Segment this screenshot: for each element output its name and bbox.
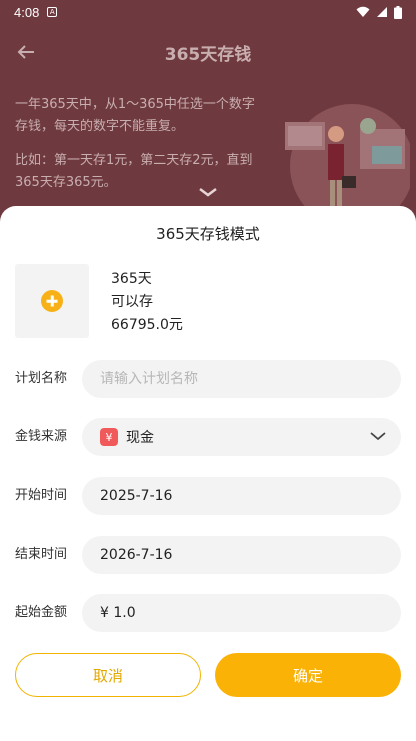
status-bar: 4:08 A xyxy=(0,0,416,24)
end-time-value: 2026-7-16 xyxy=(100,547,173,563)
start-amount-row: 起始金额 ¥ 1.0 xyxy=(0,594,416,632)
page-title: 365天存钱 xyxy=(164,44,252,65)
start-time-label: 开始时间 xyxy=(15,488,68,503)
end-time-label: 结束时间 xyxy=(15,547,68,562)
start-amount-value: ¥ 1.0 xyxy=(100,605,136,621)
start-time-field[interactable]: 2025-7-16 xyxy=(82,477,401,515)
chevron-down-icon xyxy=(199,188,217,197)
signal-icon xyxy=(377,7,387,17)
start-time-row: 开始时间 2025-7-16 xyxy=(0,477,416,515)
plan-can-save-label: 可以存 xyxy=(111,294,153,310)
plan-amount: 66795.0元 xyxy=(111,317,183,333)
back-arrow-icon[interactable] xyxy=(14,40,38,64)
page-description: 一年365天中，从1～365中任选一个数字存钱，每天的数字不能重复。 比如：第一… xyxy=(15,94,265,206)
plus-icon xyxy=(41,290,63,312)
plan-name-field xyxy=(82,360,401,398)
money-source-row: 金钱来源 ¥ 现金 xyxy=(0,418,416,456)
page-header: 365天存钱 xyxy=(0,24,416,80)
confirm-button[interactable]: 确定 xyxy=(215,653,401,697)
money-source-label: 金钱来源 xyxy=(15,429,68,444)
chevron-down-icon xyxy=(370,432,386,441)
start-amount-field[interactable]: ¥ 1.0 xyxy=(82,594,401,632)
background-page: 365天存钱 一年365天中，从1～365中任选一个数字存钱，每天的数字不能重复… xyxy=(0,24,416,224)
plan-days: 365天 xyxy=(111,271,152,287)
description-text-2: 比如：第一天存1元，第二天存2元，直到365天存365元。 xyxy=(15,153,253,190)
plan-name-input[interactable] xyxy=(100,371,401,387)
cancel-button[interactable]: 取消 xyxy=(15,653,201,697)
plan-summary: 365天 可以存 66795.0元 xyxy=(111,268,183,337)
battery-icon xyxy=(394,5,402,19)
description-text-1: 一年365天中，从1～365中任选一个数字存钱，每天的数字不能重复。 xyxy=(15,97,255,134)
plan-name-row: 计划名称 xyxy=(0,360,416,398)
wifi-icon xyxy=(356,6,370,17)
cash-icon: ¥ xyxy=(100,428,118,446)
sheet-title: 365天存钱模式 xyxy=(156,225,260,243)
money-source-select[interactable]: ¥ 现金 xyxy=(82,418,401,456)
start-time-value: 2025-7-16 xyxy=(100,488,173,504)
add-image-button[interactable] xyxy=(15,264,89,338)
money-source-value: 现金 xyxy=(126,430,154,446)
status-icons xyxy=(356,5,402,19)
end-time-field[interactable]: 2026-7-16 xyxy=(82,536,401,574)
end-time-row: 结束时间 2026-7-16 xyxy=(0,536,416,574)
bottom-sheet: 365天存钱模式 365天 可以存 66795.0元 计划名称 金钱来源 ¥ 现… xyxy=(0,206,416,741)
plan-name-label: 计划名称 xyxy=(15,371,68,386)
start-amount-label: 起始金额 xyxy=(15,605,68,620)
status-time: 4:08 xyxy=(14,4,40,20)
notification-icon: A xyxy=(47,7,58,17)
